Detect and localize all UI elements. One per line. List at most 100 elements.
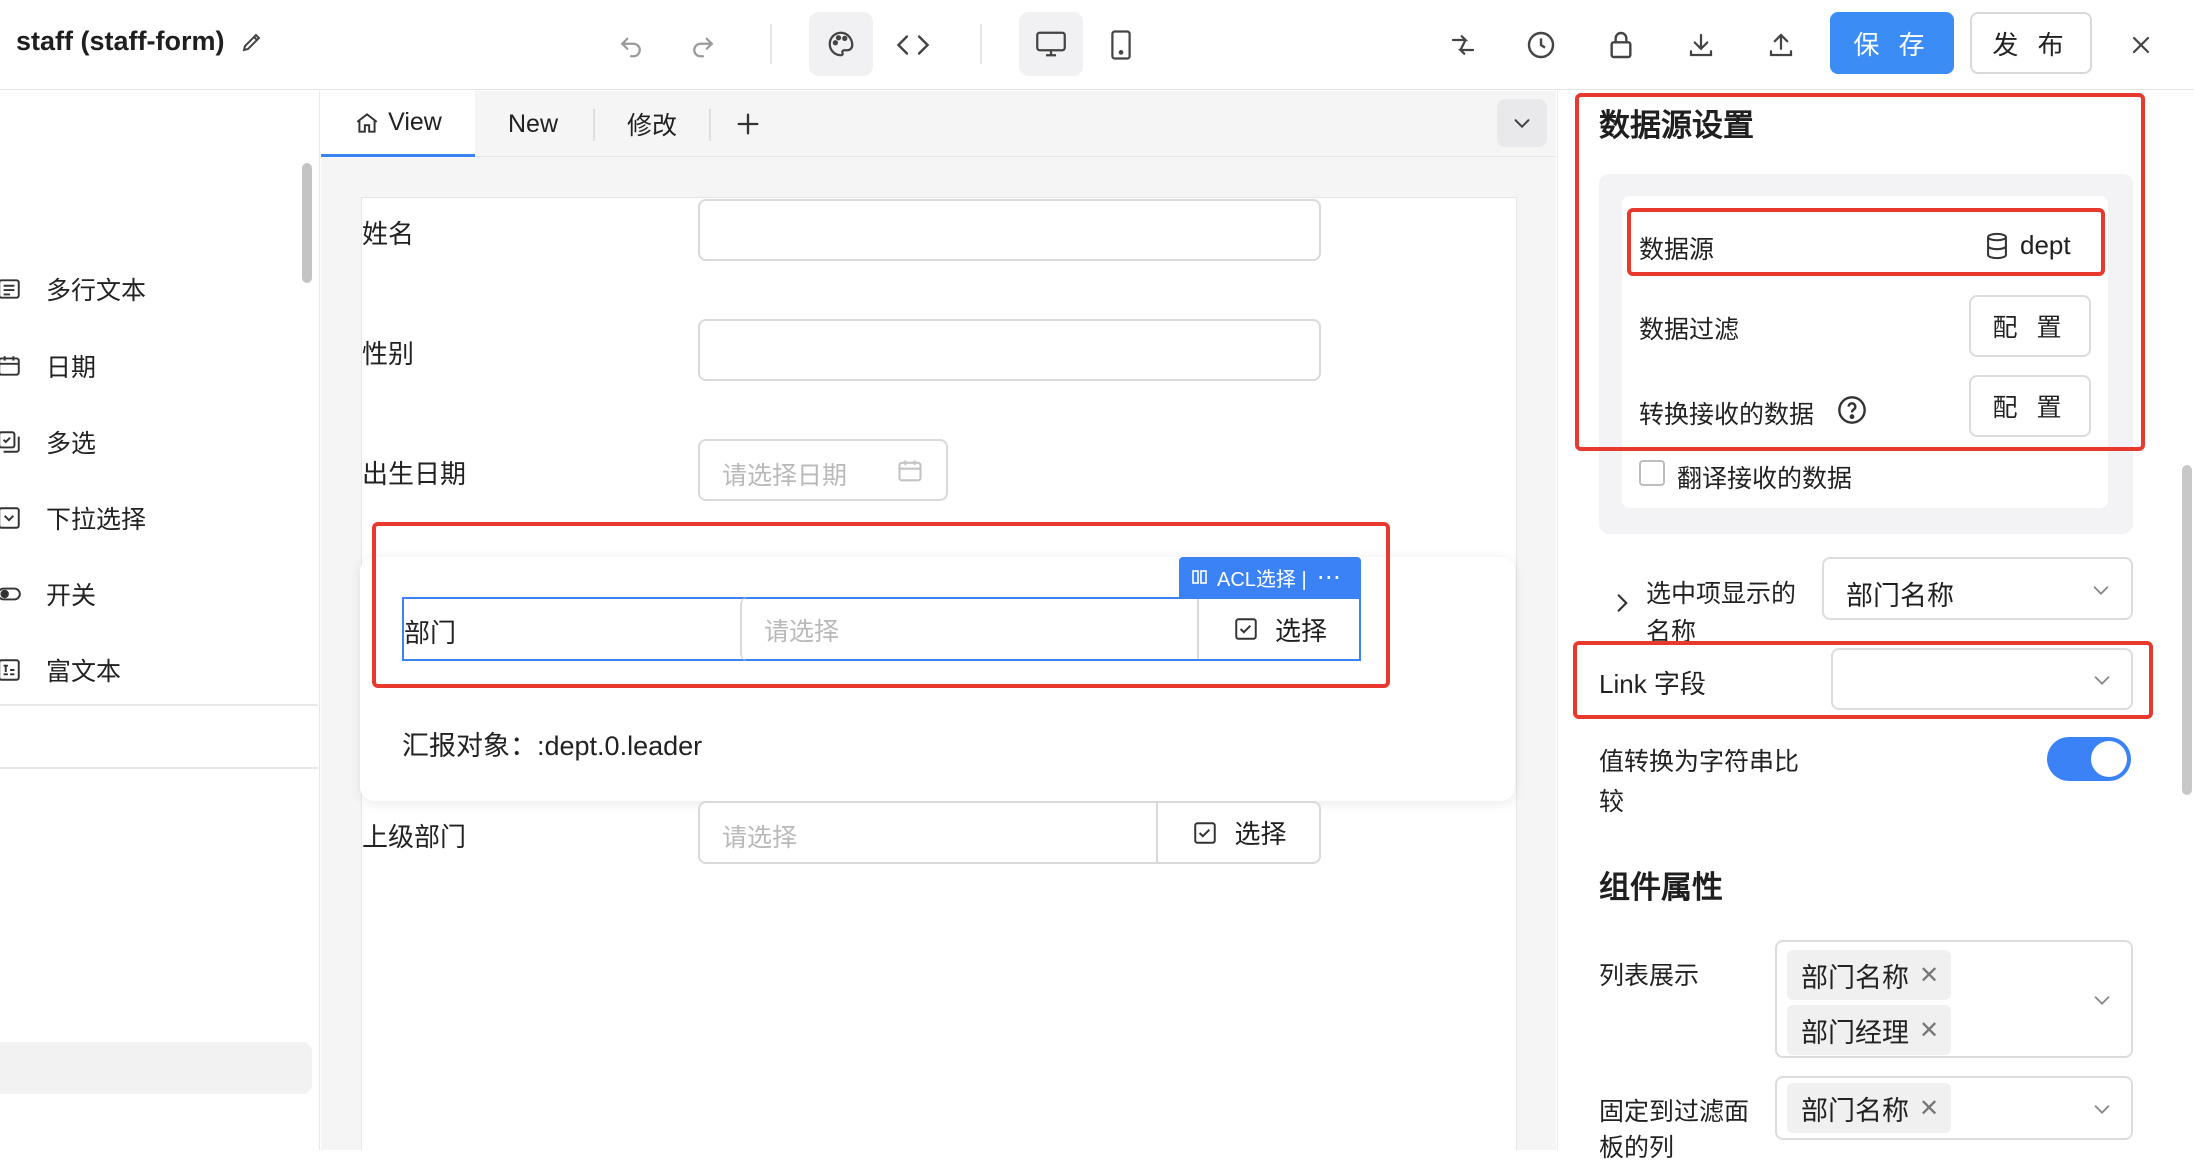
display-name-select[interactable]: 部门名称	[1822, 557, 2133, 620]
sidebar-item-label: 多选	[46, 430, 97, 458]
string-compare-label-line2: 较	[1599, 788, 1625, 816]
more-icon[interactable]: ⋯	[1317, 563, 1343, 592]
code-icon[interactable]	[890, 22, 936, 68]
select-label: 选择	[1274, 615, 1327, 646]
parent-dept-field[interactable]: 请选择 选择	[698, 801, 1321, 864]
dept-placeholder: 请选择	[764, 618, 840, 646]
translate-data-label: 翻译接收的数据	[1677, 465, 1853, 493]
data-filter-config-button[interactable]: 配 置	[1969, 295, 2091, 357]
home-icon	[356, 112, 378, 133]
tag-remove-icon[interactable]: ✕	[1919, 1094, 1939, 1123]
pin-filter-select[interactable]: 部门名称 ✕	[1775, 1076, 2133, 1140]
database-icon	[1987, 232, 2007, 259]
mobile-icon[interactable]	[1098, 22, 1144, 68]
publish-button[interactable]: 发 布	[1970, 12, 2092, 74]
tag-remove-icon[interactable]: ✕	[1919, 1016, 1939, 1045]
dept-field-row[interactable]: 部门 请选择 选择	[402, 597, 1361, 661]
chevron-down-icon	[1514, 119, 1530, 129]
component-section-title: 组件属性	[1599, 870, 1723, 905]
list-display-label: 列表展示	[1599, 962, 1700, 990]
edit-title-icon[interactable]	[240, 30, 264, 54]
tab-divider	[709, 109, 711, 141]
parent-dept-placeholder: 请选择	[722, 824, 798, 852]
collapse-arrows-icon[interactable]	[1440, 22, 1486, 68]
sidebar-item-label: 日期	[46, 354, 97, 382]
acl-badge-label: ACL选择 |	[1217, 568, 1307, 591]
tag-remove-icon[interactable]: ✕	[1919, 961, 1939, 990]
sidebar-scrollbar[interactable]	[302, 163, 312, 283]
tab-label: View	[388, 108, 442, 136]
redo-icon[interactable]	[680, 22, 726, 68]
tab-label: New	[507, 109, 558, 138]
sidebar-item-label: 富文本	[46, 658, 122, 686]
select-label: 选择	[1234, 819, 1287, 849]
gender-label: 性别	[362, 339, 415, 369]
chevron-right-icon[interactable]	[1612, 590, 1634, 616]
close-icon[interactable]	[2118, 22, 2164, 68]
display-name-value: 部门名称	[1846, 581, 1954, 611]
datasource-value[interactable]: dept	[1984, 230, 2071, 261]
chevron-down-icon	[2094, 996, 2110, 1005]
tag-dept-name: 部门名称 ✕	[1787, 1083, 1952, 1133]
lock-icon[interactable]	[1598, 22, 1644, 68]
tab-new[interactable]: New	[475, 91, 591, 157]
multi-select-icon	[0, 429, 26, 455]
list-display-select[interactable]: 部门名称 ✕ 部门经理 ✕	[1775, 940, 2133, 1058]
display-name-label: 选中项显示的	[1646, 580, 1797, 608]
sidebar-item-date[interactable]: 日期	[0, 346, 96, 386]
save-button[interactable]: 保 存	[1830, 12, 1954, 74]
string-compare-switch[interactable]	[2047, 737, 2131, 781]
checkbox-select-icon	[1235, 618, 1257, 640]
sidebar-item-dropdown[interactable]: 下拉选择	[0, 498, 146, 538]
desktop-icon[interactable]	[1019, 12, 1083, 76]
name-input[interactable]	[698, 199, 1321, 261]
sidebar-divider	[0, 767, 318, 769]
birthdate-picker[interactable]: 请选择日期	[698, 439, 948, 501]
parent-dept-label: 上级部门	[362, 822, 467, 852]
rich-text-icon	[0, 657, 26, 683]
datasource-section-title: 数据源设置	[1599, 108, 1754, 143]
display-name-label-line2: 名称	[1646, 618, 1697, 646]
datasource-label: 数据源	[1639, 236, 1715, 264]
sidebar-item-textarea[interactable]: 多行文本	[0, 269, 146, 309]
name-label: 姓名	[362, 219, 415, 249]
gender-input[interactable]	[698, 319, 1321, 381]
tab-label: 修改	[626, 112, 677, 140]
sidebar-item-label: 多行文本	[46, 277, 147, 305]
upload-icon[interactable]	[1758, 22, 1804, 68]
sidebar-item-switch[interactable]: 开关	[0, 574, 96, 614]
calendar-icon	[898, 460, 922, 482]
tabs-dropdown-button[interactable]	[1497, 99, 1547, 147]
birthdate-placeholder: 请选择日期	[722, 462, 848, 490]
dept-select-button[interactable]: 选择	[1197, 599, 1361, 659]
translate-data-checkbox[interactable]	[1639, 460, 1665, 486]
link-field-label: Link 字段	[1599, 669, 1706, 699]
chevron-down-icon	[2094, 1105, 2110, 1114]
tab-view[interactable]: View	[321, 91, 475, 157]
panel-scrollbar[interactable]	[2182, 465, 2192, 795]
history-icon[interactable]	[1518, 22, 1564, 68]
download-icon[interactable]	[1678, 22, 1724, 68]
component-sidebar: 多行文本 日期 多选 下拉选择 开关 富文本	[0, 91, 320, 1150]
textarea-icon	[0, 276, 26, 302]
acl-select-badge[interactable]: ACL选择 | ⋯	[1179, 557, 1361, 597]
help-icon[interactable]	[1836, 394, 1868, 426]
app-title: staff (staff-form)	[16, 26, 225, 56]
link-field-select[interactable]	[1831, 648, 2133, 710]
palette-icon[interactable]	[809, 12, 873, 76]
tab-edit[interactable]: 修改	[595, 91, 709, 157]
undo-icon[interactable]	[608, 22, 654, 68]
calendar-icon	[0, 353, 26, 379]
chevron-down-icon	[2093, 586, 2109, 595]
tag-dept-name: 部门名称 ✕	[1787, 950, 1952, 1000]
plus-icon	[737, 113, 759, 135]
report-to-text: 汇报对象：:dept.0.leader	[402, 731, 703, 761]
toolbar-divider	[980, 24, 982, 64]
transform-data-config-button[interactable]: 配 置	[1969, 375, 2091, 437]
sidebar-item-multi-select[interactable]: 多选	[0, 422, 96, 462]
sidebar-item-rich-text[interactable]: 富文本	[0, 650, 121, 690]
sidebar-selected-item[interactable]	[0, 1042, 312, 1094]
parent-dept-select-button[interactable]: 选择	[1156, 801, 1321, 864]
data-filter-label: 数据过滤	[1639, 316, 1740, 344]
add-tab-button[interactable]	[713, 91, 783, 157]
